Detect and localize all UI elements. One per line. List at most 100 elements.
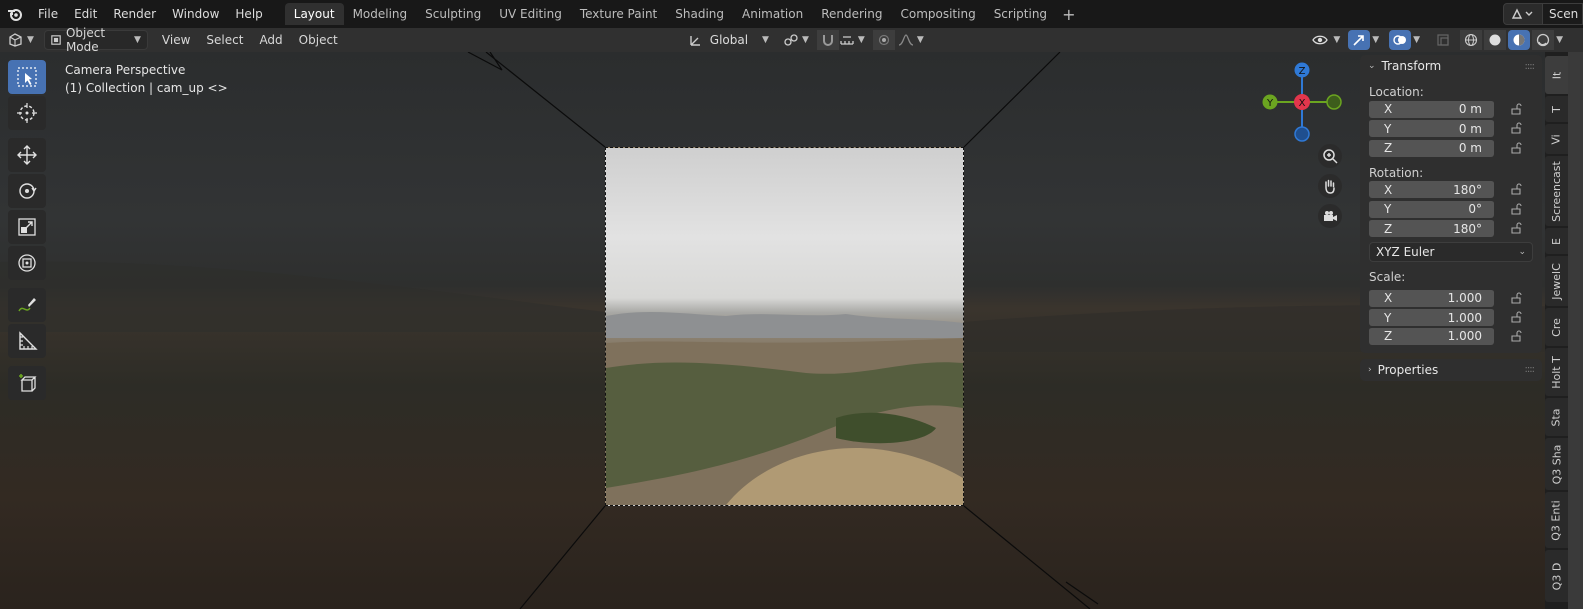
scene-name[interactable]: Scen [1543,3,1583,25]
move-tool[interactable] [8,138,46,172]
menu-window[interactable]: Window [164,0,227,28]
select-box-tool[interactable] [8,60,46,94]
lock-icon[interactable] [1509,102,1523,116]
menu-help[interactable]: Help [227,0,270,28]
menu-edit[interactable]: Edit [66,0,105,28]
lock-icon[interactable] [1509,329,1523,343]
drag-grip-icon[interactable]: :::: [1525,61,1536,72]
rotation-mode-dropdown[interactable]: XYZ Euler ⌄ [1369,242,1533,262]
pan-button[interactable] [1318,174,1342,198]
lock-icon[interactable] [1509,291,1523,305]
editor-type-button[interactable]: ▼ [8,30,34,50]
lock-icon[interactable] [1509,141,1523,155]
tab-scripting[interactable]: Scripting [985,3,1056,25]
y-axis-label: Y [1266,98,1274,109]
tab-modeling[interactable]: Modeling [344,3,417,25]
tab-shading[interactable]: Shading [666,3,733,25]
tab-label: T [1549,105,1563,113]
tab-uv-editing[interactable]: UV Editing [490,3,571,25]
shading-rendered-button[interactable] [1532,30,1555,50]
menu-view[interactable]: View [154,30,198,50]
visibility-dropdown[interactable] [1309,30,1331,50]
blender-logo-icon[interactable] [0,0,30,28]
overlays-toggle[interactable] [1389,30,1412,50]
camera-view-button[interactable] [1318,204,1342,228]
rotate-tool[interactable] [8,174,46,208]
sidebar-tab-screencast[interactable]: Screencast [1545,156,1568,226]
snap-toggle[interactable] [816,30,839,50]
add-cube-icon [19,374,37,392]
tab-rendering[interactable]: Rendering [812,3,891,25]
sidebar-tab-tool[interactable]: T [1545,96,1568,122]
proportional-edit-toggle[interactable] [872,30,895,50]
transform-tool[interactable] [8,246,46,280]
menu-file[interactable]: File [30,0,66,28]
scale-tool[interactable] [8,210,46,244]
sidebar-tab-sta[interactable]: Sta [1545,398,1568,436]
scale-x-field[interactable]: X 1.000 [1369,288,1494,307]
zoom-button[interactable] [1318,144,1342,168]
tab-layout[interactable]: Layout [284,3,344,25]
lock-icon[interactable] [1509,202,1523,216]
sidebar-tab-item[interactable]: It [1545,56,1568,94]
sidebar-tab-view[interactable]: Vi [1545,124,1568,154]
sidebar-tab-q3-d[interactable]: Q3 D [1545,550,1568,602]
scale-z-field[interactable]: Z 1.000 [1369,326,1494,345]
sidebar-tab-e[interactable]: E [1545,228,1568,254]
scene-icon[interactable] [1503,3,1543,25]
lock-icon[interactable] [1509,310,1523,324]
orientation-dropdown[interactable]: Global ▼ [688,30,769,50]
3d-viewport[interactable]: Camera Perspective (1) Collection | cam_… [0,52,1583,609]
proportional-falloff-dropdown[interactable] [895,30,917,50]
viewport-header: ▼ Object Mode ▼ View Select Add Object G… [0,26,1583,54]
tab-label: Sta [1549,407,1563,427]
z-axis-label: Z [1299,66,1306,77]
measure-tool[interactable] [8,324,46,358]
shading-material-button[interactable] [1508,30,1531,50]
rotation-z-field[interactable]: Z 180° [1369,219,1494,238]
shading-solid-button[interactable] [1484,30,1507,50]
camera-icon [1324,211,1337,221]
tab-texture-paint[interactable]: Texture Paint [571,3,666,25]
location-y-field[interactable]: Y 0 m [1369,119,1494,138]
shading-wireframe-button[interactable] [1460,30,1483,50]
neg-y-axis-handle[interactable] [1326,94,1342,110]
location-y-row: Y 0 m [1360,119,1542,139]
sidebar-tab-cre[interactable]: Cre [1545,308,1568,346]
tab-sculpting[interactable]: Sculpting [416,3,490,25]
annotate-tool[interactable] [8,288,46,322]
neg-z-axis-handle[interactable] [1294,126,1310,142]
rotation-y-field[interactable]: Y 0° [1369,199,1494,218]
menu-select[interactable]: Select [198,30,251,50]
drag-grip-icon[interactable]: :::: [1525,364,1536,375]
menu-render[interactable]: Render [105,0,164,28]
sidebar-tab-jewelc[interactable]: JewelC [1545,256,1568,306]
navigation-gizmo[interactable]: Z Y X [1258,62,1342,146]
pivot-point-dropdown[interactable]: ▼ [783,30,809,50]
menu-add[interactable]: Add [251,30,290,50]
location-x-field[interactable]: X 0 m [1369,99,1494,118]
proportional-edit-icon [878,34,889,46]
tab-animation[interactable]: Animation [733,3,812,25]
sidebar-tab-q3-sha[interactable]: Q3 Sha [1545,438,1568,490]
properties-panel-header[interactable]: › Properties :::: [1360,359,1542,381]
scene-selector[interactable]: Scen [1503,3,1583,25]
add-workspace-button[interactable]: + [1056,5,1081,24]
gizmo-toggle[interactable] [1348,30,1371,50]
xray-toggle[interactable] [1432,30,1454,50]
add-cube-tool[interactable] [8,366,46,400]
sidebar-tab-holt[interactable]: Holt T [1545,348,1568,396]
mode-dropdown[interactable]: Object Mode ▼ [43,26,148,54]
lock-icon[interactable] [1509,121,1523,135]
scale-y-field[interactable]: Y 1.000 [1369,308,1494,327]
cursor-tool[interactable] [8,96,46,130]
location-z-field[interactable]: Z 0 m [1369,138,1494,157]
menu-object[interactable]: Object [291,30,346,50]
lock-icon[interactable] [1509,221,1523,235]
transform-panel-header[interactable]: ⌄ Transform :::: [1360,55,1542,77]
tab-compositing[interactable]: Compositing [891,3,984,25]
lock-icon[interactable] [1509,182,1523,196]
sidebar-tab-q3-enti[interactable]: Q3 Enti [1545,492,1568,548]
snap-target-dropdown[interactable]: ▼ [839,30,865,50]
rotation-x-field[interactable]: X 180° [1369,180,1494,199]
